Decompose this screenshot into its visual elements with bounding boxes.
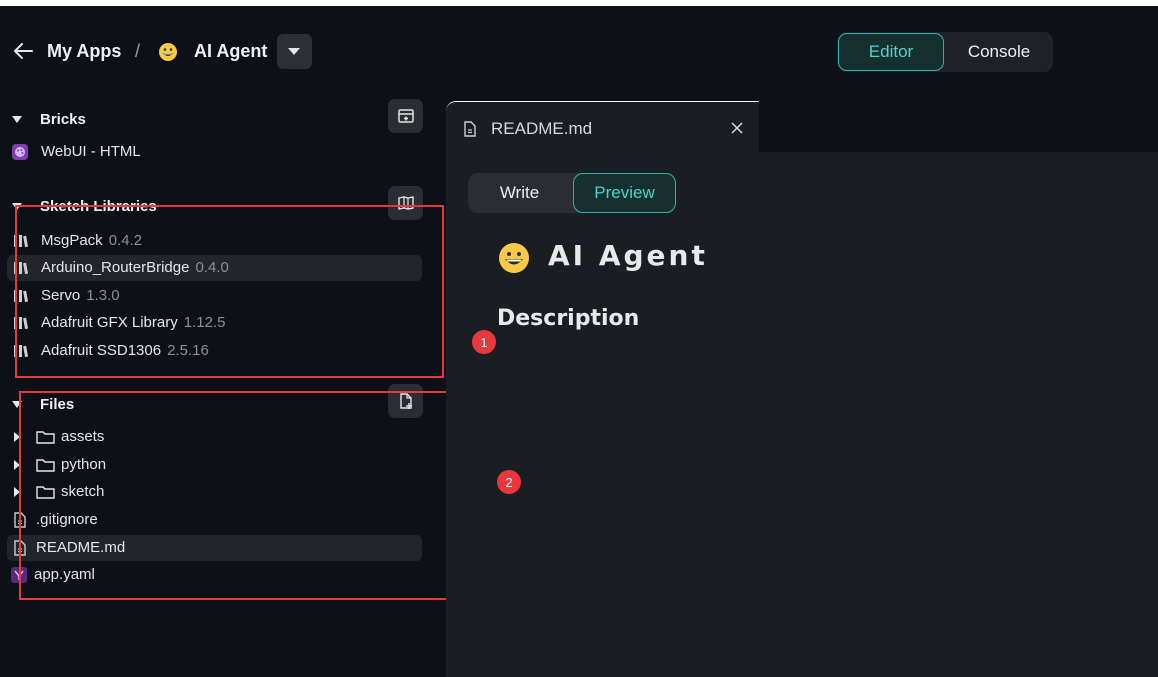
breadcrumb-my-apps[interactable]: My Apps [47, 41, 121, 62]
section-bricks-header[interactable]: Bricks [0, 108, 442, 132]
brick-item[interactable]: WebUI - HTML [7, 139, 422, 165]
add-brick-button[interactable] [388, 99, 423, 133]
add-brick-icon [397, 109, 414, 123]
editor-mode-button[interactable]: Editor [838, 33, 944, 71]
editor-tab-bar: README.md [446, 100, 1158, 152]
editor-panel: README.md Write Preview AI Agent Descrip… [446, 100, 1158, 677]
breadcrumb-separator: / [135, 41, 141, 61]
close-icon[interactable] [731, 122, 743, 134]
console-mode-button[interactable]: Console [949, 33, 1049, 71]
brick-label: WebUI - HTML [41, 143, 141, 160]
breadcrumb-app-name: AI Agent [194, 41, 268, 61]
preview-heading-2: Description [497, 306, 640, 331]
arrow-left-icon[interactable] [12, 40, 34, 62]
grinning-face-icon [159, 43, 177, 61]
file-icon [464, 121, 476, 137]
annotation-box-1 [15, 205, 444, 378]
app-dropdown-button[interactable] [277, 34, 312, 69]
grinning-face-icon [499, 243, 529, 273]
mode-toggle: Editor Console [837, 32, 1053, 72]
preview-heading-1: AI Agent [548, 239, 708, 272]
write-preview-toggle: Write Preview [468, 173, 676, 213]
annotation-box-2 [19, 391, 471, 600]
chevron-down-icon[interactable] [12, 116, 22, 123]
app-header: My Apps / AI Agent Editor Console [0, 6, 1158, 96]
tab-readme[interactable]: README.md [446, 101, 759, 152]
preview-button[interactable]: Preview [573, 173, 676, 213]
palette-icon [12, 144, 28, 160]
section-title: Bricks [40, 111, 86, 128]
annotation-badge-2: 2 [497, 470, 521, 494]
tab-label: README.md [491, 119, 593, 138]
annotation-badge-1: 1 [472, 330, 496, 354]
write-button[interactable]: Write [468, 173, 571, 213]
